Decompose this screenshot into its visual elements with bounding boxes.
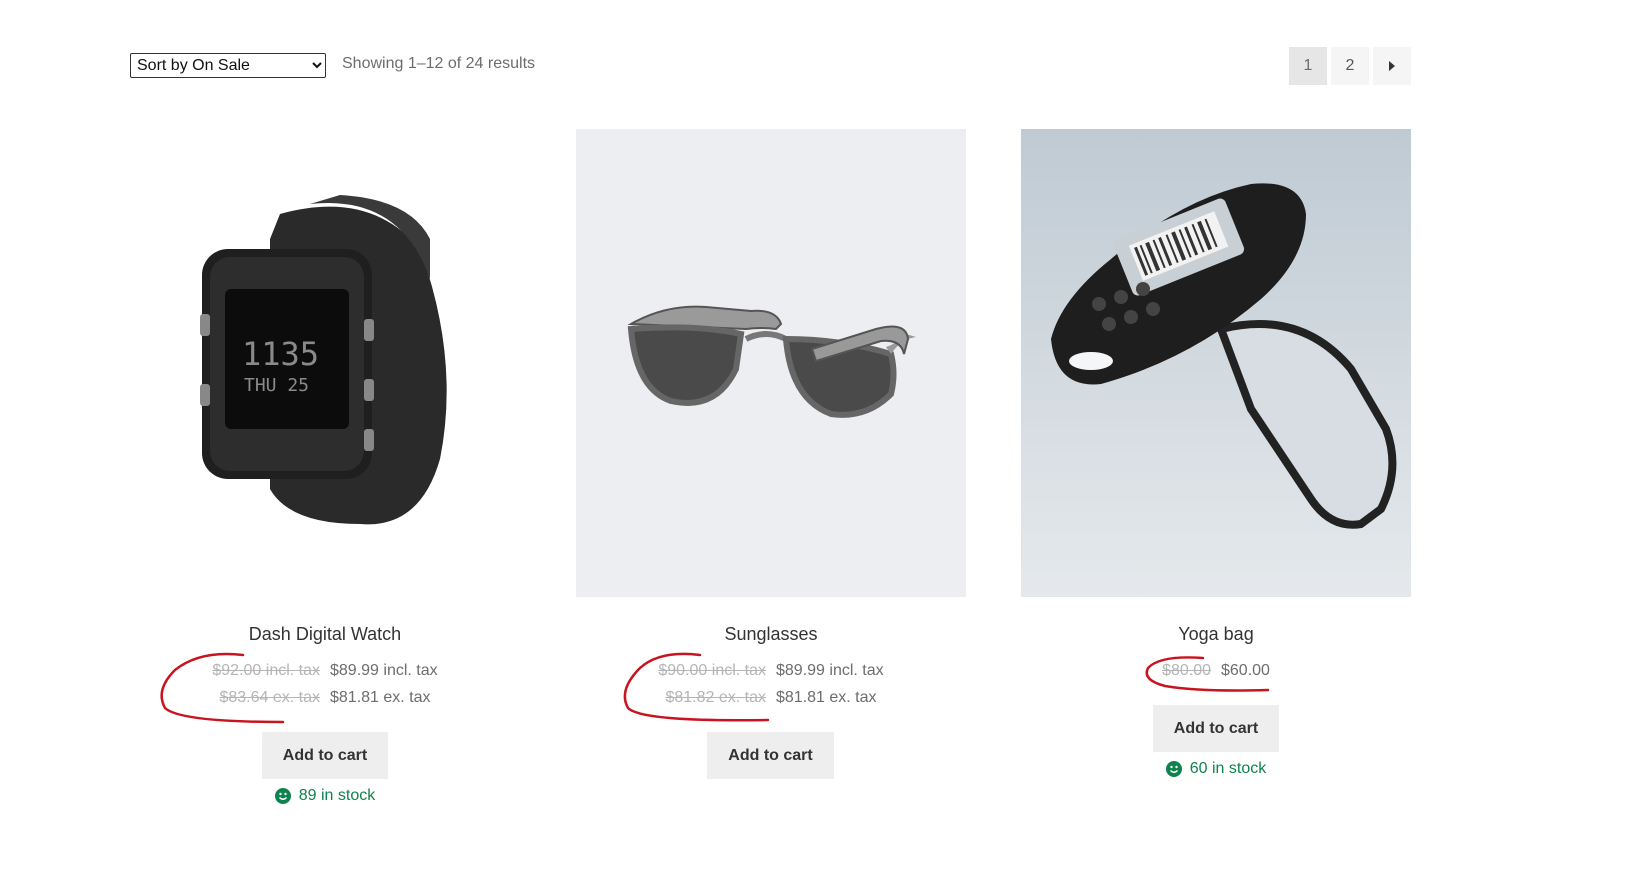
sale-price: $89.99 incl. tax	[330, 662, 438, 679]
smiley-icon	[274, 788, 291, 804]
product-title[interactable]: Dash Digital Watch	[130, 624, 520, 645]
pagination: 1 2	[1289, 47, 1411, 85]
product-title[interactable]: Yoga bag	[1021, 624, 1411, 645]
page-2-link[interactable]: 2	[1331, 47, 1369, 85]
old-price: $90.00 incl. tax	[658, 662, 766, 679]
old-price: $80.00	[1162, 662, 1211, 679]
product-image-watch[interactable]: 1135 THU 25	[130, 129, 520, 597]
product-image-sunglasses[interactable]	[576, 129, 966, 597]
next-page-link[interactable]	[1373, 47, 1411, 85]
add-to-cart-button[interactable]: Add to cart	[1153, 705, 1279, 752]
stock-text: 89 in stock	[298, 787, 376, 804]
stock-text: 60 in stock	[1189, 760, 1267, 777]
price-incl-tax: $90.00 incl. tax $89.99 incl. tax	[576, 662, 966, 680]
product-image-scanner[interactable]	[1021, 129, 1411, 597]
result-count: Showing 1–12 of 24 results	[342, 55, 536, 72]
price-incl-tax: $92.00 incl. tax $89.99 incl. tax	[130, 662, 520, 680]
caret-right-icon	[1389, 61, 1395, 71]
svg-text:THU 25: THU 25	[244, 375, 309, 396]
product-card-sunglasses: Sunglasses $90.00 incl. tax $89.99 incl. …	[576, 129, 966, 779]
sale-price: $89.99 incl. tax	[776, 662, 884, 679]
price-ex-tax: $81.82 ex. tax $81.81 ex. tax	[576, 689, 966, 707]
sort-select[interactable]: Sort by On Sale	[130, 53, 326, 78]
stock-status: 60 in stock	[1021, 760, 1411, 778]
add-to-cart-button[interactable]: Add to cart	[262, 732, 388, 779]
sale-price: $60.00	[1221, 662, 1270, 679]
sale-price: $81.81 ex. tax	[776, 689, 877, 706]
old-price: $92.00 incl. tax	[212, 662, 320, 679]
page-1-current[interactable]: 1	[1289, 47, 1327, 85]
price: $80.00 $60.00	[1021, 662, 1411, 680]
old-price: $83.64 ex. tax	[219, 689, 320, 706]
stock-status: 89 in stock	[130, 787, 520, 805]
shop-toolbar: Sort by On Sale Showing 1–12 of 24 resul…	[130, 47, 1411, 85]
product-title[interactable]: Sunglasses	[576, 624, 966, 645]
product-card-dash-digital-watch: 1135 THU 25 Dash Digital Watch $92.00 in…	[130, 129, 520, 804]
svg-text:1135: 1135	[242, 335, 319, 373]
sale-price: $81.81 ex. tax	[330, 689, 431, 706]
old-price: $81.82 ex. tax	[665, 689, 766, 706]
smiley-icon	[1165, 761, 1182, 777]
price-ex-tax: $83.64 ex. tax $81.81 ex. tax	[130, 689, 520, 707]
add-to-cart-button[interactable]: Add to cart	[707, 732, 834, 779]
product-card-yoga-bag: Yoga bag $80.00 $60.00 Add to cart 60 in …	[1021, 129, 1411, 777]
